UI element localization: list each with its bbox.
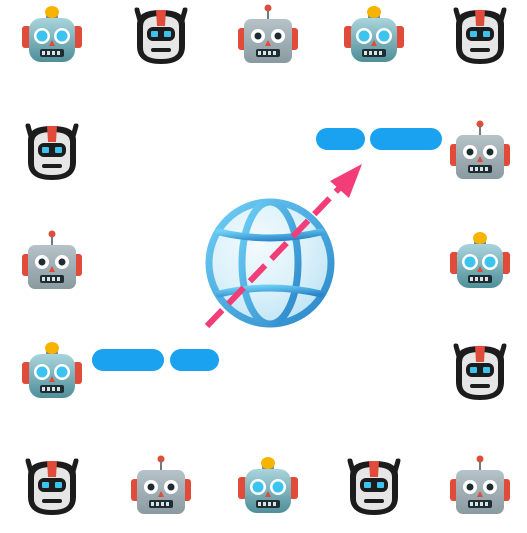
emoji-puzzle-scene <box>0 0 527 533</box>
robot-face-icon <box>342 4 406 68</box>
blue-pill-bar <box>316 128 365 150</box>
robot-face-icon <box>236 4 300 68</box>
robot-face-icon <box>20 4 84 68</box>
robot-face-icon <box>20 340 84 404</box>
robot-face-icon <box>236 455 300 519</box>
robot-face-icon <box>448 4 512 68</box>
robot-face-icon <box>448 455 512 519</box>
robot-face-icon <box>342 455 406 519</box>
blue-pill-bar <box>170 349 219 371</box>
blue-pill-bar <box>92 349 164 371</box>
robot-face-icon <box>20 455 84 519</box>
robot-face-icon <box>448 340 512 404</box>
robot-face-icon <box>448 120 512 184</box>
globe-with-meridians-icon <box>203 196 337 330</box>
robot-face-icon <box>448 230 512 294</box>
robot-face-icon <box>20 120 84 184</box>
robot-face-icon <box>129 455 193 519</box>
robot-face-icon <box>20 230 84 294</box>
robot-face-icon <box>129 4 193 68</box>
blue-pill-bar <box>370 128 442 150</box>
